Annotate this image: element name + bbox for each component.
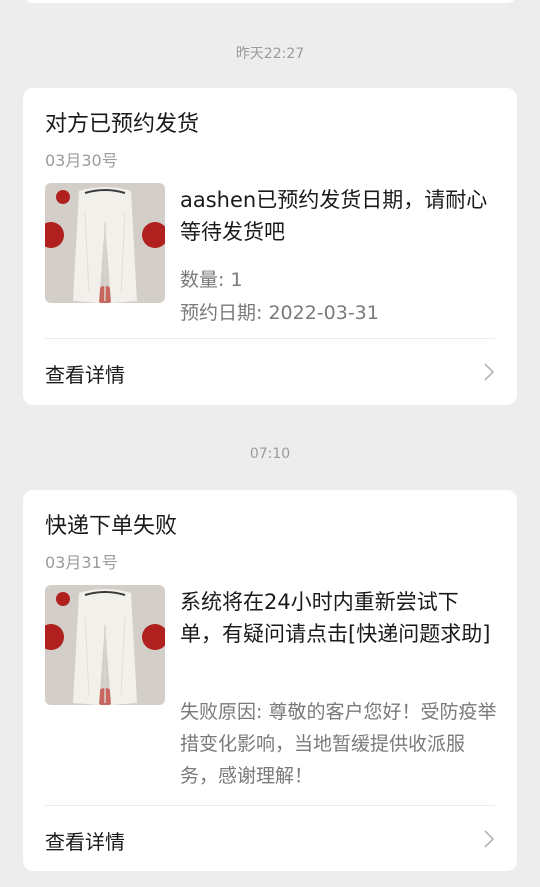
- product-photo-icon: [45, 183, 165, 303]
- view-details-label: 查看详情: [45, 363, 125, 387]
- card-title: 快递下单失败: [45, 514, 178, 539]
- message-timestamp: 昨天22:27: [235, 46, 305, 62]
- view-details-button[interactable]: 查看详情: [23, 806, 517, 872]
- message-body[interactable]: 系统将在24小时内重新尝试下单，有疑问请点击[快递问题求助]: [180, 586, 500, 650]
- notification-card-shipping-scheduled[interactable]: 对方已预约发货 03月30号 aashen已预约发货日期，请耐心等待发货吧 数量…: [23, 88, 517, 405]
- chevron-right-icon: [484, 830, 495, 848]
- card-date: 03月30号: [45, 151, 118, 170]
- view-details-label: 查看详情: [45, 830, 125, 854]
- previous-card-edge: [23, 0, 517, 3]
- message-body: aashen已预约发货日期，请耐心等待发货吧: [180, 188, 488, 244]
- card-date: 03月31号: [45, 553, 118, 572]
- message-timestamp: 07:10: [249, 446, 291, 462]
- quantity-label: 数量: 1: [180, 269, 243, 291]
- scheduled-date-label: 预约日期: 2022-03-31: [180, 302, 379, 324]
- view-details-button[interactable]: 查看详情: [23, 339, 517, 405]
- product-photo-icon: [45, 585, 165, 705]
- notification-card-courier-failed[interactable]: 快递下单失败 03月31号 系统将在24小时内重新尝试下单，有疑问请点击[快递问…: [23, 490, 517, 871]
- chevron-right-icon: [484, 363, 495, 381]
- failure-reason-text: 失败原因: 尊敬的客户您好！受防疫举措变化影响，当地暂缓提供收派服务，感谢理解！: [180, 701, 497, 787]
- card-title: 对方已预约发货: [45, 112, 200, 137]
- product-thumbnail[interactable]: [45, 183, 165, 303]
- product-thumbnail[interactable]: [45, 585, 165, 705]
